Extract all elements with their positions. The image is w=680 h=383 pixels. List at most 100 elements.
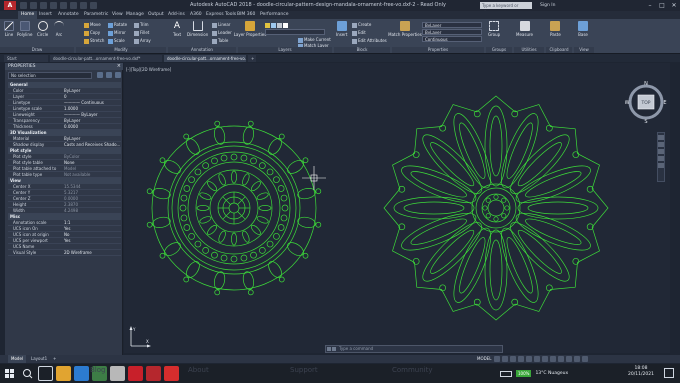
annotation-panel-label[interactable]: Annotation (168, 47, 236, 53)
tab-drawing-2[interactable]: doodle-circular-patt...ornament-free-vo.… (164, 55, 246, 62)
property-value[interactable]: 5.3217 (61, 190, 121, 195)
property-value[interactable]: Casts and Receives Shado... (61, 142, 121, 147)
tab-model[interactable]: Model (8, 355, 27, 363)
viewport-controls[interactable]: [-][Top][2D Wireframe] (126, 67, 171, 72)
save-as-icon[interactable] (50, 2, 57, 9)
array-button[interactable]: Array (134, 38, 151, 44)
clock[interactable]: 18:08 20/11/2021 (628, 366, 654, 378)
color-dropdown[interactable]: ByLayer (422, 22, 482, 28)
property-value[interactable]: Not available (61, 172, 121, 177)
utilities-panel-label[interactable]: Utilities (514, 47, 544, 53)
undo-icon[interactable] (70, 2, 77, 9)
tab-home[interactable]: Home (18, 11, 38, 19)
tab-annotate[interactable]: Annotate (55, 11, 82, 19)
fillet-button[interactable]: Fillet (134, 30, 149, 36)
toggle-pickadd-icon[interactable] (97, 72, 103, 78)
modify-panel-label[interactable]: Modify (76, 47, 166, 53)
app-icon[interactable] (128, 366, 143, 381)
property-value[interactable]: ByLayer (61, 88, 121, 93)
compass-north[interactable]: N (644, 81, 648, 87)
close-icon[interactable]: ✕ (668, 0, 680, 11)
maximize-icon[interactable]: □ (656, 0, 668, 11)
close-icon[interactable] (327, 347, 331, 351)
leader-button[interactable]: Leader (212, 30, 232, 36)
rotate-button[interactable]: Rotate (108, 22, 127, 28)
move-button[interactable]: Move (84, 22, 101, 28)
file-explorer-icon[interactable] (56, 366, 71, 381)
property-row[interactable]: Visual Style 2D Wireframe (8, 250, 121, 256)
base-button[interactable]: Base (578, 21, 588, 37)
property-value[interactable]: ByLayer (61, 118, 121, 123)
property-value[interactable]: 0.0000 (61, 196, 121, 201)
groups-panel-label[interactable]: Groups (486, 47, 512, 53)
paste-button[interactable]: Paste (550, 21, 561, 37)
compass-west[interactable]: W (625, 100, 630, 106)
open-icon[interactable] (30, 2, 37, 9)
properties-panel-label[interactable]: Properties (392, 47, 484, 53)
linetype-dropdown[interactable]: Continuous (422, 36, 482, 42)
property-value[interactable]: 15.5344 (61, 184, 121, 189)
zoom-icon[interactable] (658, 149, 664, 154)
edge-icon[interactable] (74, 366, 89, 381)
property-value[interactable]: 2D Wireframe (61, 250, 121, 255)
property-value[interactable]: Yes (61, 238, 121, 243)
tab-add-ins[interactable]: Add-ins (165, 11, 188, 19)
property-value[interactable]: No (61, 232, 121, 237)
tab-drawing-1[interactable]: doodle-circular-patt...ornament-free-vo.… (50, 55, 162, 62)
compass-east[interactable]: E (663, 100, 666, 106)
property-value[interactable]: None (61, 160, 121, 165)
property-value[interactable] (61, 244, 121, 249)
polar-icon[interactable] (518, 356, 524, 362)
property-value[interactable]: 2.3870 (61, 202, 121, 207)
share-icon[interactable] (90, 2, 97, 9)
full-navigation-wheel-icon[interactable] (658, 135, 664, 140)
line-button[interactable]: Line (4, 21, 14, 37)
arc-button[interactable]: Arc (54, 21, 64, 37)
property-value[interactable]: ———— Continuous (61, 100, 121, 105)
isolate-icon[interactable] (558, 356, 564, 362)
tab-output[interactable]: Output (145, 11, 167, 19)
insert-button[interactable]: Insert (336, 21, 347, 37)
layers-panel-label[interactable]: Layers (238, 47, 332, 53)
otrack-icon[interactable] (534, 356, 540, 362)
table-button[interactable]: Table (212, 38, 228, 44)
tab-insert[interactable]: Insert (36, 11, 55, 19)
clipboard-panel-label[interactable]: Clipboard (546, 47, 572, 53)
orbit-icon[interactable] (658, 156, 664, 161)
pan-icon[interactable] (658, 142, 664, 147)
annotation-scale-icon[interactable] (542, 356, 548, 362)
redo-icon[interactable] (80, 2, 87, 9)
property-value[interactable]: Model (61, 166, 121, 171)
viewcube[interactable]: TOP N S E W (625, 80, 667, 128)
scale-button[interactable]: Scale (108, 38, 125, 44)
edit-attributes-button[interactable]: Edit Attributes (352, 38, 387, 44)
osnap-icon[interactable] (526, 356, 532, 362)
battery-icon[interactable] (500, 370, 512, 377)
tab-performance[interactable]: Performance (257, 11, 292, 19)
tab-bim-360[interactable]: BIM 360 (234, 11, 258, 19)
property-value[interactable]: Yes (61, 226, 121, 231)
lineweight-dropdown[interactable]: ByLayer (422, 29, 482, 35)
dimension-button[interactable]: Dimension (187, 21, 208, 37)
layer-properties-button[interactable]: Layer Properties (234, 21, 266, 37)
snap-icon[interactable] (502, 356, 508, 362)
property-value[interactable]: ByColor (61, 154, 121, 159)
task-view-icon[interactable] (38, 366, 53, 381)
save-icon[interactable] (40, 2, 47, 9)
model-space-button[interactable]: MODEL (477, 355, 491, 363)
stretch-button[interactable]: Stretch (84, 38, 104, 44)
add-layout-button[interactable]: + (50, 355, 59, 363)
block-panel-label[interactable]: Block (334, 47, 390, 53)
app-icon[interactable] (110, 366, 125, 381)
layer-dropdown[interactable] (265, 29, 325, 35)
property-value[interactable]: 4.2498 (61, 208, 121, 213)
measure-button[interactable]: Measure (516, 21, 533, 37)
autocad-app-icon[interactable]: A (4, 1, 16, 10)
command-line-input[interactable]: Type a command (325, 345, 503, 353)
showmotion-icon[interactable] (658, 163, 664, 168)
app-icon[interactable] (164, 366, 179, 381)
mirror-button[interactable]: Mirror (108, 30, 126, 36)
windows-start-icon[interactable] (0, 364, 18, 383)
polyline-button[interactable]: Polyline (17, 21, 32, 37)
property-value[interactable]: 1.0000 (61, 106, 121, 111)
